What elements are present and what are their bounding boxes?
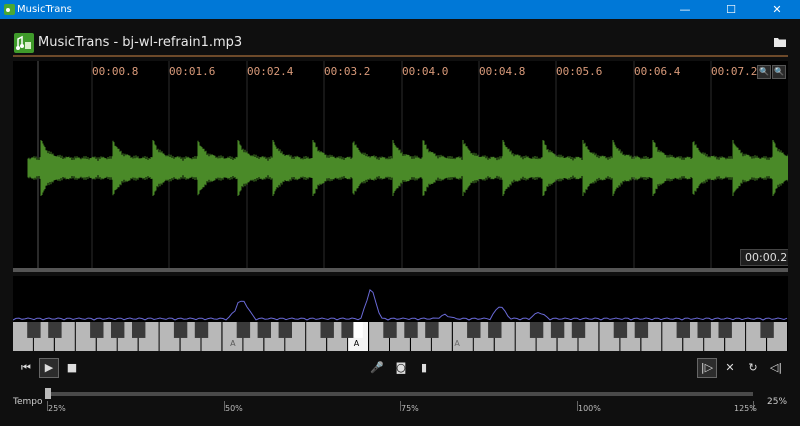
waveform-graph xyxy=(27,61,788,268)
timeline-tick-label: 00:04.8 xyxy=(479,65,526,78)
skip-to-start-button[interactable]: ⏮ xyxy=(16,358,36,378)
timeline-tick-label: 00:06.4 xyxy=(634,65,681,78)
piano-black-key xyxy=(529,322,544,338)
stop-button[interactable]: ■ xyxy=(62,358,82,378)
piano-black-key xyxy=(488,322,502,338)
tempo-value: 25% xyxy=(767,397,788,407)
mark-out-button[interactable]: ◁| xyxy=(766,358,786,378)
mark-in-button[interactable]: |▷ xyxy=(697,358,717,378)
piano-black-key xyxy=(194,322,209,338)
window-title: MusicTrans xyxy=(17,4,72,15)
clear-marks-button[interactable]: ✕ xyxy=(720,358,740,378)
piano-black-key xyxy=(404,322,418,338)
timeline-tick-label: 00:02.4 xyxy=(247,65,294,78)
spectrum-panel: AAA xyxy=(13,276,788,351)
piano-black-key xyxy=(613,322,628,338)
piano-black-key xyxy=(383,322,397,338)
tempo-scale-label: 100% xyxy=(578,404,601,413)
waveform-trace xyxy=(27,140,788,196)
piano-black-key xyxy=(571,322,586,338)
tempo-scale-label: 125% xyxy=(734,404,757,413)
piano-black-key xyxy=(48,322,62,338)
header-separator xyxy=(13,55,788,57)
piano-black-key xyxy=(676,322,690,338)
microphone-icon[interactable]: 🎤 xyxy=(367,358,387,378)
piano-black-key xyxy=(111,322,125,338)
tempo-scale-label: 75% xyxy=(401,404,419,413)
piano-black-key xyxy=(90,322,104,338)
timeline-tick-label: 00:01.6 xyxy=(169,65,216,78)
timeline-tick-label: 00:03.2 xyxy=(324,65,371,78)
maximize-button[interactable]: ☐ xyxy=(708,0,754,19)
piano-black-key xyxy=(467,322,481,338)
timeline-tick-label: 00:05.6 xyxy=(556,65,603,78)
piano-key-label: A xyxy=(230,339,236,348)
close-button[interactable]: ✕ xyxy=(754,0,800,19)
piano-black-key xyxy=(132,322,146,338)
piano-black-key xyxy=(760,322,774,338)
zoom-out-icon[interactable]: 🔍 xyxy=(772,65,786,79)
tempo-label: Tempo xyxy=(13,397,43,407)
app-icon xyxy=(4,4,15,15)
tempo-scale-label: 25% xyxy=(48,404,66,413)
spectrum-graph: AAA xyxy=(13,289,788,351)
piano-key-label: A xyxy=(354,339,360,348)
piano-black-key xyxy=(278,322,292,338)
piano-black-key xyxy=(27,322,41,338)
piano-black-key xyxy=(697,322,711,338)
piano-black-key xyxy=(173,322,188,338)
title-bar: MusicTrans — ☐ ✕ xyxy=(0,0,800,19)
highlighted-key-marker xyxy=(353,322,363,338)
tempo-slider[interactable] xyxy=(47,392,753,396)
panel-splitter[interactable] xyxy=(13,268,788,272)
musictrans-logo-icon xyxy=(14,33,34,53)
piano-black-key xyxy=(550,322,565,338)
repeat-icon[interactable]: ↻ xyxy=(743,358,763,378)
spectrum-line xyxy=(13,289,788,321)
piano-black-key xyxy=(425,322,439,338)
tempo-scale-label: 50% xyxy=(225,404,243,413)
spectrum-bars-icon[interactable]: ▮ xyxy=(414,358,434,378)
piano-black-key xyxy=(718,322,732,338)
piano-black-key xyxy=(341,322,355,338)
tempo-slider-thumb[interactable] xyxy=(45,388,51,399)
zoom-in-icon[interactable]: 🔍 xyxy=(757,65,771,79)
minimize-button[interactable]: — xyxy=(662,0,708,19)
play-button[interactable]: ▶ xyxy=(39,358,59,378)
transport-controls: ⏮ ▶ ■ 🎤 ◙ ▮ |▷ ✕ ↻ ◁| xyxy=(0,355,800,381)
timeline-tick-label: 00:07.2 xyxy=(711,65,758,78)
audio-loop-button[interactable]: ◙ xyxy=(391,358,411,378)
piano-black-key xyxy=(236,322,251,338)
piano-black-key xyxy=(257,322,271,338)
piano-black-key xyxy=(320,322,334,338)
timeline-tick-label: 00:00.8 xyxy=(92,65,139,78)
playhead-time-readout: 00:00.2 xyxy=(740,249,788,266)
folder-icon[interactable] xyxy=(773,36,787,48)
page-title: MusicTrans - bj-wl-refrain1.mp3 xyxy=(38,35,243,50)
piano-key-label: A xyxy=(454,339,460,348)
waveform-panel[interactable]: 00:00.8 00:01.6 00:02.4 00:03.2 00:04.0 … xyxy=(13,61,788,268)
timeline-tick-label: 00:04.0 xyxy=(402,65,449,78)
piano-black-key xyxy=(634,322,649,338)
